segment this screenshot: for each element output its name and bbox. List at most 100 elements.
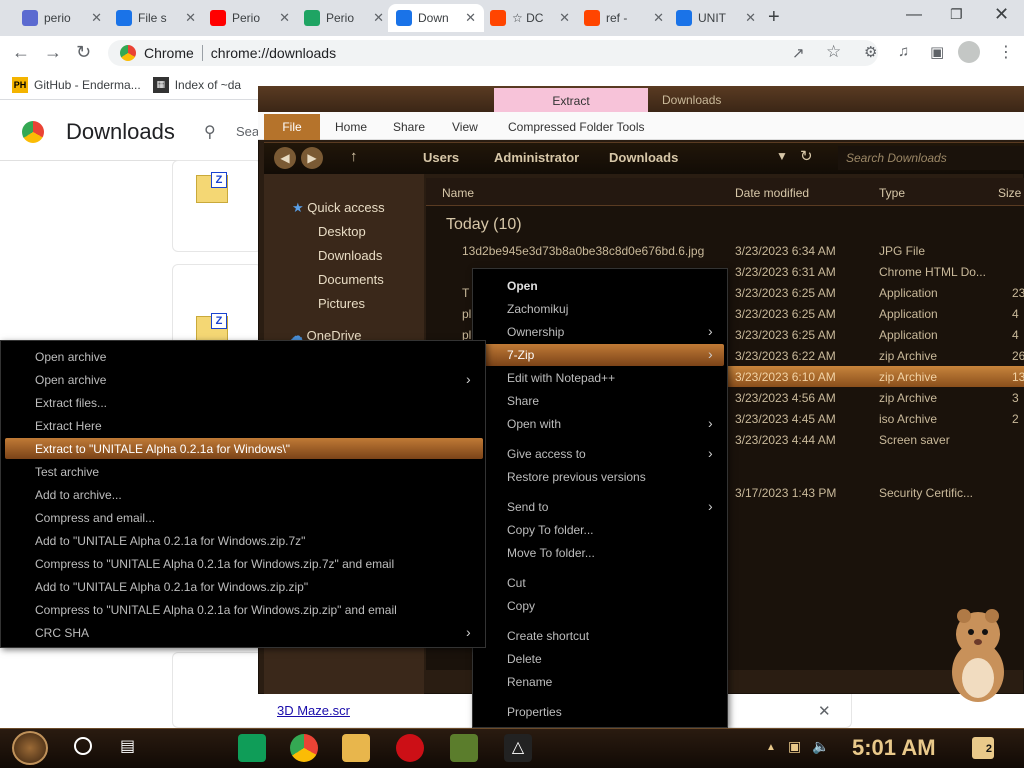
restore-icon[interactable]: ❐ (950, 6, 963, 23)
context-menu-item[interactable]: Properties (507, 705, 562, 719)
browser-tab[interactable]: Perio ✕ (202, 4, 298, 32)
context-menu-item[interactable]: Create shortcut (507, 629, 589, 643)
network-icon[interactable]: ▣ (788, 738, 801, 755)
context-menu-item[interactable]: Open with (507, 417, 561, 431)
zip-menu-item[interactable]: Extract Here (35, 419, 102, 433)
forward-icon[interactable]: → (44, 42, 62, 63)
up-icon[interactable]: ↑ (350, 148, 358, 165)
zip-menu-item[interactable]: Extract files... (35, 396, 107, 410)
zip-menu-item[interactable]: Test archive (35, 465, 99, 479)
menu-kebab-icon[interactable]: ⋮ (998, 42, 1014, 62)
opera-icon[interactable] (396, 734, 424, 762)
file-explorer-icon[interactable] (342, 734, 370, 762)
context-menu-item[interactable]: Share (507, 394, 539, 408)
search-icon[interactable]: ⚲ (204, 122, 216, 142)
browser-tab[interactable]: perio ✕ (14, 4, 110, 32)
context-menu-item[interactable]: Cut (507, 576, 526, 590)
browser-tab[interactable]: UNIT ✕ (668, 4, 764, 32)
volume-muted-icon[interactable]: 🔈 (812, 738, 829, 755)
extensions-icon[interactable]: ⚙ (864, 43, 877, 61)
side-panel-icon[interactable]: ▣ (930, 43, 944, 61)
context-menu-item[interactable]: Copy (507, 599, 535, 613)
zip-menu-item[interactable]: Add to "UNITALE Alpha 0.2.1a for Windows… (35, 534, 305, 548)
context-menu-item[interactable]: Copy To folder... (507, 523, 594, 537)
browser-tab[interactable]: Down ✕ (388, 4, 484, 32)
remove-download-icon[interactable]: ✕ (818, 702, 831, 720)
downloads-search-input[interactable]: Sea (236, 124, 259, 139)
forward-icon[interactable]: ▶ (301, 147, 323, 169)
minimize-icon[interactable]: — (906, 6, 922, 24)
close-tab-icon[interactable]: ✕ (373, 10, 384, 26)
context-menu-item[interactable]: Send to (507, 500, 548, 514)
breadcrumb-downloads[interactable]: Downloads (609, 150, 678, 165)
browser-tab[interactable]: Perio ✕ (296, 4, 392, 32)
bookmark-index[interactable]: ▦ Index of ~da (152, 76, 241, 93)
zip-menu-item[interactable]: CRC SHA (35, 626, 89, 640)
ribbon-tab-home[interactable]: Home (335, 120, 367, 134)
zip-menu-item[interactable]: Compress and email... (35, 511, 155, 525)
task-view-icon[interactable]: ▤ (120, 736, 135, 756)
ribbon-tab-file[interactable]: File (264, 114, 320, 140)
close-tab-icon[interactable]: ✕ (91, 10, 102, 26)
column-name[interactable]: Name (442, 186, 474, 200)
context-menu-item[interactable]: Zachomikuj (507, 302, 568, 316)
column-type[interactable]: Type (879, 186, 905, 200)
context-menu-item[interactable]: Ownership (507, 325, 564, 339)
explorer-search-input[interactable]: Search Downloads (838, 146, 1024, 170)
browser-tab[interactable]: ☆ DC ✕ (482, 4, 578, 32)
close-tab-icon[interactable]: ✕ (745, 10, 756, 26)
reload-icon[interactable]: ↻ (76, 42, 91, 63)
close-tab-icon[interactable]: ✕ (559, 10, 570, 26)
context-menu-item[interactable]: Rename (507, 675, 552, 689)
ribbon-extract-context-tab[interactable]: Extract (494, 88, 648, 114)
ribbon-tab-compressed-tools[interactable]: Compressed Folder Tools (508, 120, 645, 134)
back-icon[interactable]: ← (12, 42, 30, 63)
refresh-icon[interactable]: ↻ (800, 147, 813, 165)
download-file-link[interactable]: 3D Maze.scr (277, 703, 350, 718)
breadcrumb-administrator[interactable]: Administrator (494, 150, 579, 165)
new-tab-icon[interactable]: + (768, 6, 780, 29)
context-menu-item[interactable]: Move To folder... (507, 546, 595, 560)
breadcrumb-users[interactable]: Users (423, 150, 459, 165)
tray-expand-icon[interactable]: ▲ (766, 742, 776, 753)
nav-quick-access[interactable]: ★ Quick access (292, 200, 385, 216)
close-tab-icon[interactable]: ✕ (465, 10, 476, 26)
zip-menu-item[interactable]: Compress to "UNITALE Alpha 0.2.1a for Wi… (35, 603, 397, 617)
close-tab-icon[interactable]: ✕ (653, 10, 664, 26)
back-icon[interactable]: ◀ (274, 147, 296, 169)
context-menu-item[interactable]: 7-Zip (507, 348, 534, 362)
context-menu-item[interactable]: Edit with Notepad++ (507, 371, 615, 385)
notification-icon[interactable]: 2 (972, 737, 994, 759)
nav-documents[interactable]: Documents (318, 272, 384, 287)
zip-menu-item[interactable]: Compress to "UNITALE Alpha 0.2.1a for Wi… (35, 557, 394, 571)
context-menu-item[interactable]: Open (507, 279, 538, 293)
context-menu-item[interactable]: Give access to (507, 447, 586, 461)
nav-desktop[interactable]: Desktop (318, 224, 366, 239)
context-menu-item[interactable]: Restore previous versions (507, 470, 646, 484)
start-button[interactable] (12, 731, 48, 765)
share-icon[interactable]: ↗ (792, 44, 805, 62)
bookmark-github[interactable]: PH GitHub - Enderma... (12, 76, 141, 93)
context-menu-item[interactable]: Delete (507, 652, 542, 666)
zip-menu-item[interactable]: Open archive (35, 373, 106, 387)
app-icon[interactable] (450, 734, 478, 762)
zip-menu-item[interactable]: Open archive (35, 350, 106, 364)
profile-avatar[interactable] (958, 41, 980, 63)
close-tab-icon[interactable]: ✕ (279, 10, 290, 26)
file-row[interactable]: 13d2be945e3d73b8a0be38c8d0e676bd.6.jpg 3/… (436, 240, 1024, 261)
taskbar-clock[interactable]: 5:01 AM (852, 735, 936, 761)
browser-tab[interactable]: ref - ✕ (576, 4, 672, 32)
media-icon[interactable]: ♫ (898, 43, 909, 60)
ribbon-tab-share[interactable]: Share (393, 120, 425, 134)
zip-menu-item[interactable]: Add to "UNITALE Alpha 0.2.1a for Windows… (35, 580, 308, 594)
chrome-taskbar-icon[interactable] (290, 734, 318, 762)
close-tab-icon[interactable]: ✕ (185, 10, 196, 26)
close-window-icon[interactable]: ✕ (994, 4, 1009, 25)
dropdown-icon[interactable]: ▼ (776, 149, 788, 163)
nav-downloads[interactable]: Downloads (318, 248, 382, 263)
zip-menu-item[interactable]: Add to archive... (35, 488, 122, 502)
address-bar[interactable]: Chrome chrome://downloads (108, 40, 878, 66)
nav-pictures[interactable]: Pictures (318, 296, 365, 311)
unity-icon[interactable]: △ (504, 734, 532, 762)
search-taskbar-icon[interactable] (74, 737, 92, 755)
